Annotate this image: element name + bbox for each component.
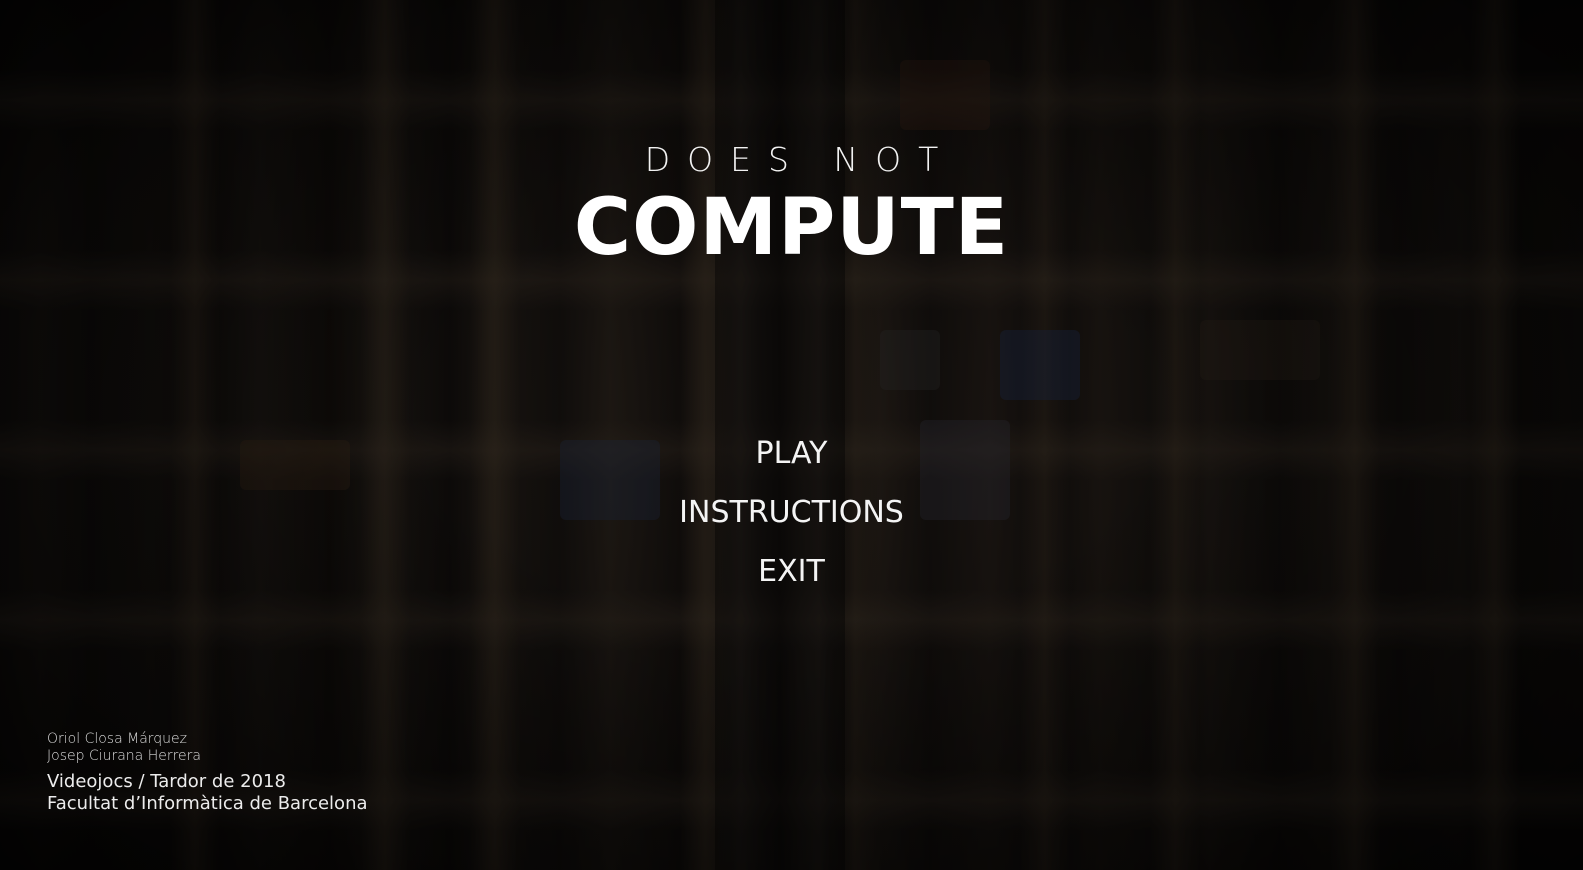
credit-school: Facultat d’Informàtica de Barcelona <box>47 793 368 814</box>
credits: Oriol Closa Márquez Josep Ciurana Herrer… <box>47 731 368 815</box>
instructions-button[interactable]: INSTRUCTIONS <box>679 483 904 542</box>
play-button[interactable]: PLAY <box>755 424 827 483</box>
title-subtitle: DOES NOT <box>644 140 956 179</box>
credit-author: Josep Ciurana Herrera <box>47 748 202 764</box>
credit-course: Videojocs / Tardor de 2018 <box>47 771 286 792</box>
title-main: COMPUTE <box>573 183 1010 273</box>
credit-author: Oriol Closa Márquez <box>47 731 188 747</box>
main-menu: PLAY INSTRUCTIONS EXIT <box>0 424 1583 601</box>
game-title: DOES NOT COMPUTE <box>0 140 1583 272</box>
exit-button[interactable]: EXIT <box>758 542 825 601</box>
main-menu-screen: DOES NOT COMPUTE PLAY INSTRUCTIONS EXIT … <box>0 0 1583 870</box>
